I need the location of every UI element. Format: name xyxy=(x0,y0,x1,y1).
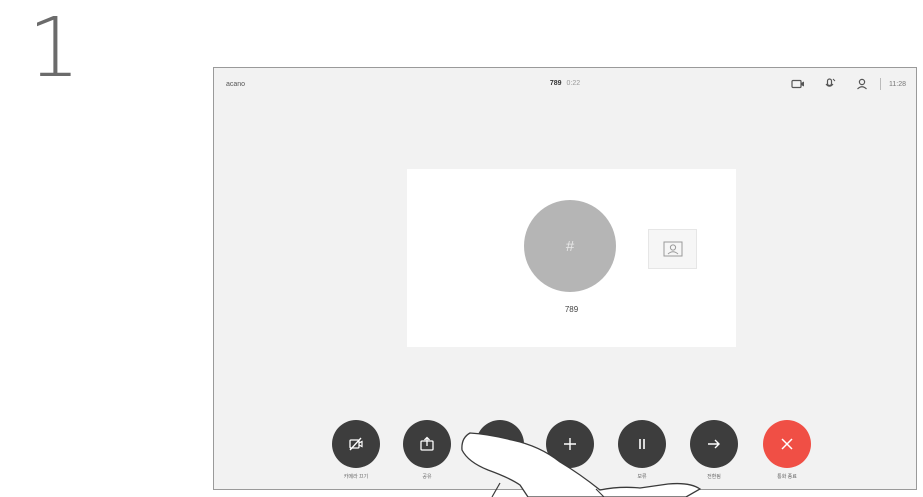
pointing-hand-illustration xyxy=(461,432,702,497)
